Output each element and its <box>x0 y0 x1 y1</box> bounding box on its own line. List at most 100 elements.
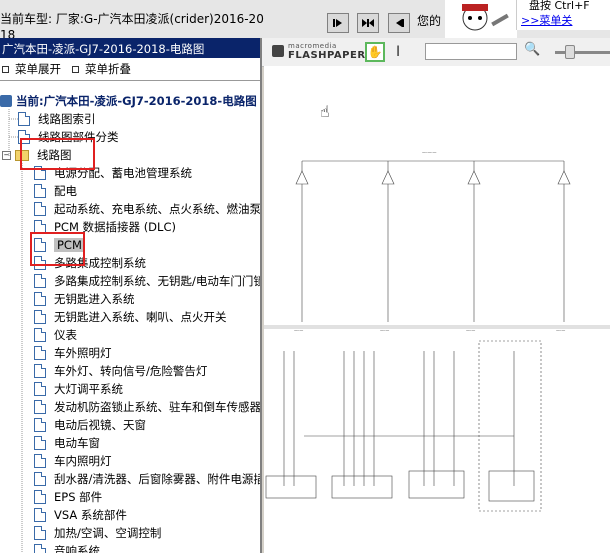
tree-item[interactable]: 电动后视镜、天窗 <box>34 416 146 434</box>
text-cursor-icon: I <box>396 44 401 60</box>
document-icon <box>34 400 46 414</box>
macromedia-logo-icon <box>272 45 284 57</box>
tree-root-label: 当前:广汽本田-凌派-GJ7-2016-2018-电路图 <box>16 94 257 108</box>
marquee-text: 您的 <box>417 14 442 28</box>
tree-item-label: 起动系统、充电系统、点火系统、燃油泵 <box>54 202 261 216</box>
document-icon <box>34 292 46 306</box>
text-select-button[interactable]: I <box>396 44 400 60</box>
menu-tree-panel: 广汽本田-凌派-GJ7-2016-2018-电路图 菜单展开 菜单折叠 当前:广… <box>0 38 262 553</box>
document-icon <box>34 508 46 522</box>
tree-item-label: 加热/空调、空调控制 <box>54 526 162 540</box>
tree-item[interactable]: 起动系统、充电系统、点火系统、燃油泵 <box>34 200 261 218</box>
tree-item[interactable]: 车外照明灯 <box>34 344 112 362</box>
document-icon <box>34 544 46 553</box>
tree-item[interactable]: 刮水器/清洗器、后窗除雾器、附件电源插座 <box>34 470 262 488</box>
document-icon <box>34 436 46 450</box>
diagram-labels: —·—·— —·— —·— —·— —·— <box>294 150 565 333</box>
logo-subtitle: macromedia <box>288 42 337 50</box>
tree-item-label: 线路图索引 <box>38 112 96 126</box>
document-icon <box>18 112 30 126</box>
tree-item[interactable]: 仪表 <box>34 326 77 344</box>
tree-title: 广汽本田-凌派-GJ7-2016-2018-电路图 <box>2 42 205 56</box>
collapse-toggle-icon: − <box>2 150 11 160</box>
tree-item[interactable]: 音响系统 <box>34 542 100 553</box>
tree-item-label: 电动车窗 <box>54 436 100 450</box>
mascot-icon <box>462 4 509 31</box>
tree-item-label: 刮水器/清洗器、后窗除雾器、附件电源插座 <box>54 472 262 486</box>
svg-text:—·—·—: —·—·— <box>422 150 437 155</box>
expand-icon <box>2 65 9 73</box>
tree-item-label: 大灯调平系统 <box>54 382 123 396</box>
expand-all-button[interactable]: 菜单展开 <box>2 61 61 77</box>
tree-item[interactable]: 车外灯、转向信号/危险警告灯 <box>34 362 207 380</box>
hand-tool-button[interactable]: ✋ <box>365 42 385 62</box>
tree-item-index[interactable]: 线路图索引 <box>18 110 96 128</box>
collapse-all-button[interactable]: 菜单折叠 <box>72 61 131 77</box>
step-forward-icon <box>333 19 342 27</box>
document-icon <box>34 184 46 198</box>
highlight-box-pcm <box>30 232 85 266</box>
close-menu-link[interactable]: >>菜单关 <box>521 12 572 28</box>
tree-item[interactable]: 电动车窗 <box>34 434 100 452</box>
tree-root[interactable]: 当前:广汽本田-凌派-GJ7-2016-2018-电路图 <box>0 92 257 110</box>
zoom-slider-handle[interactable] <box>565 45 575 59</box>
hint-box: 盘按 Ctrl+F >>菜单关 <box>516 0 610 30</box>
top-bar: 当前车型: 厂家:G-广汽本田凌派(crider)2016-2018 您的 盘按… <box>0 0 610 38</box>
wiring-diagram: —·—·— —·— —·— —·— —·— <box>264 150 610 512</box>
document-icon <box>34 472 46 486</box>
step-back-icon <box>396 19 404 27</box>
tree-item-label: 车外照明灯 <box>54 346 112 360</box>
tree-item-label: VSA 系统部件 <box>54 508 127 522</box>
svg-text:—·—: —·— <box>556 328 565 333</box>
tree-item-label: 发动机防盗锁止系统、驻车和倒车传感器系统 <box>54 400 262 414</box>
tree-item-label: 无钥匙进入系统、喇叭、点火开关 <box>54 310 227 324</box>
nav-button-split[interactable] <box>357 13 379 33</box>
tree-toolbar: 菜单展开 菜单折叠 <box>0 58 262 81</box>
search-input[interactable] <box>425 43 517 60</box>
document-icon <box>34 490 46 504</box>
document-icon <box>34 454 46 468</box>
nav-button-back[interactable] <box>388 13 410 33</box>
split-icon <box>362 19 374 27</box>
expand-all-label: 菜单展开 <box>15 62 61 76</box>
nav-button-first[interactable] <box>327 13 349 33</box>
current-car-title: 当前车型: 厂家:G-广汽本田凌派(crider)2016-2018 <box>0 12 264 38</box>
tree-header: 广汽本田-凌派-GJ7-2016-2018-电路图 <box>0 38 262 58</box>
tree-item[interactable]: EPS 部件 <box>34 488 102 506</box>
tree-item[interactable]: 配电 <box>34 182 77 200</box>
tree-item-label: 多路集成控制系统、无钥匙/电动车门门锁/ <box>54 274 262 288</box>
document-icon <box>34 382 46 396</box>
tree-item-label: 车外灯、转向信号/危险警告灯 <box>54 364 208 378</box>
tree-item[interactable]: VSA 系统部件 <box>34 506 127 524</box>
viewer-toolbar: macromedia FLASHPAPER ✋ I 🔍 <box>262 38 610 67</box>
tree-item[interactable]: 加热/空调、空调控制 <box>34 524 161 542</box>
tree-item-label: 无钥匙进入系统 <box>54 292 135 306</box>
collapse-icon <box>72 65 79 73</box>
tree-item-label: EPS 部件 <box>54 490 103 504</box>
document-icon <box>34 418 46 432</box>
mascot-image <box>445 0 517 38</box>
flashpaper-viewer: macromedia FLASHPAPER ✋ I 🔍 —·—·— —·— —·… <box>262 38 610 553</box>
highlight-box-wiring <box>20 138 95 170</box>
zoom-slider[interactable] <box>555 51 610 54</box>
tree-item-label: 电动后视镜、天窗 <box>54 418 146 432</box>
document-icon <box>34 202 46 216</box>
tree-item[interactable]: 发动机防盗锁止系统、驻车和倒车传感器系统 <box>34 398 262 416</box>
tree-item[interactable]: 大灯调平系统 <box>34 380 123 398</box>
svg-text:—·—: —·— <box>380 328 389 333</box>
document-icon <box>34 274 46 288</box>
tree-item-label: 仪表 <box>54 328 77 342</box>
tree-item[interactable]: 多路集成控制系统、无钥匙/电动车门门锁/ <box>34 272 262 290</box>
document-icon <box>34 346 46 360</box>
hand-cursor-icon: ☝ <box>320 102 330 121</box>
tree-item[interactable]: 车内照明灯 <box>34 452 112 470</box>
diagram-page[interactable]: —·—·— —·— —·— —·— —·— ☝ <box>264 66 610 553</box>
computer-icon <box>0 95 12 107</box>
document-icon <box>34 310 46 324</box>
svg-text:—·—: —·— <box>294 328 303 333</box>
svg-text:—·—: —·— <box>466 328 475 333</box>
search-icon[interactable]: 🔍 <box>524 42 540 57</box>
tree-item[interactable]: 无钥匙进入系统、喇叭、点火开关 <box>34 308 227 326</box>
document-icon <box>34 364 46 378</box>
tree-item[interactable]: 无钥匙进入系统 <box>34 290 135 308</box>
